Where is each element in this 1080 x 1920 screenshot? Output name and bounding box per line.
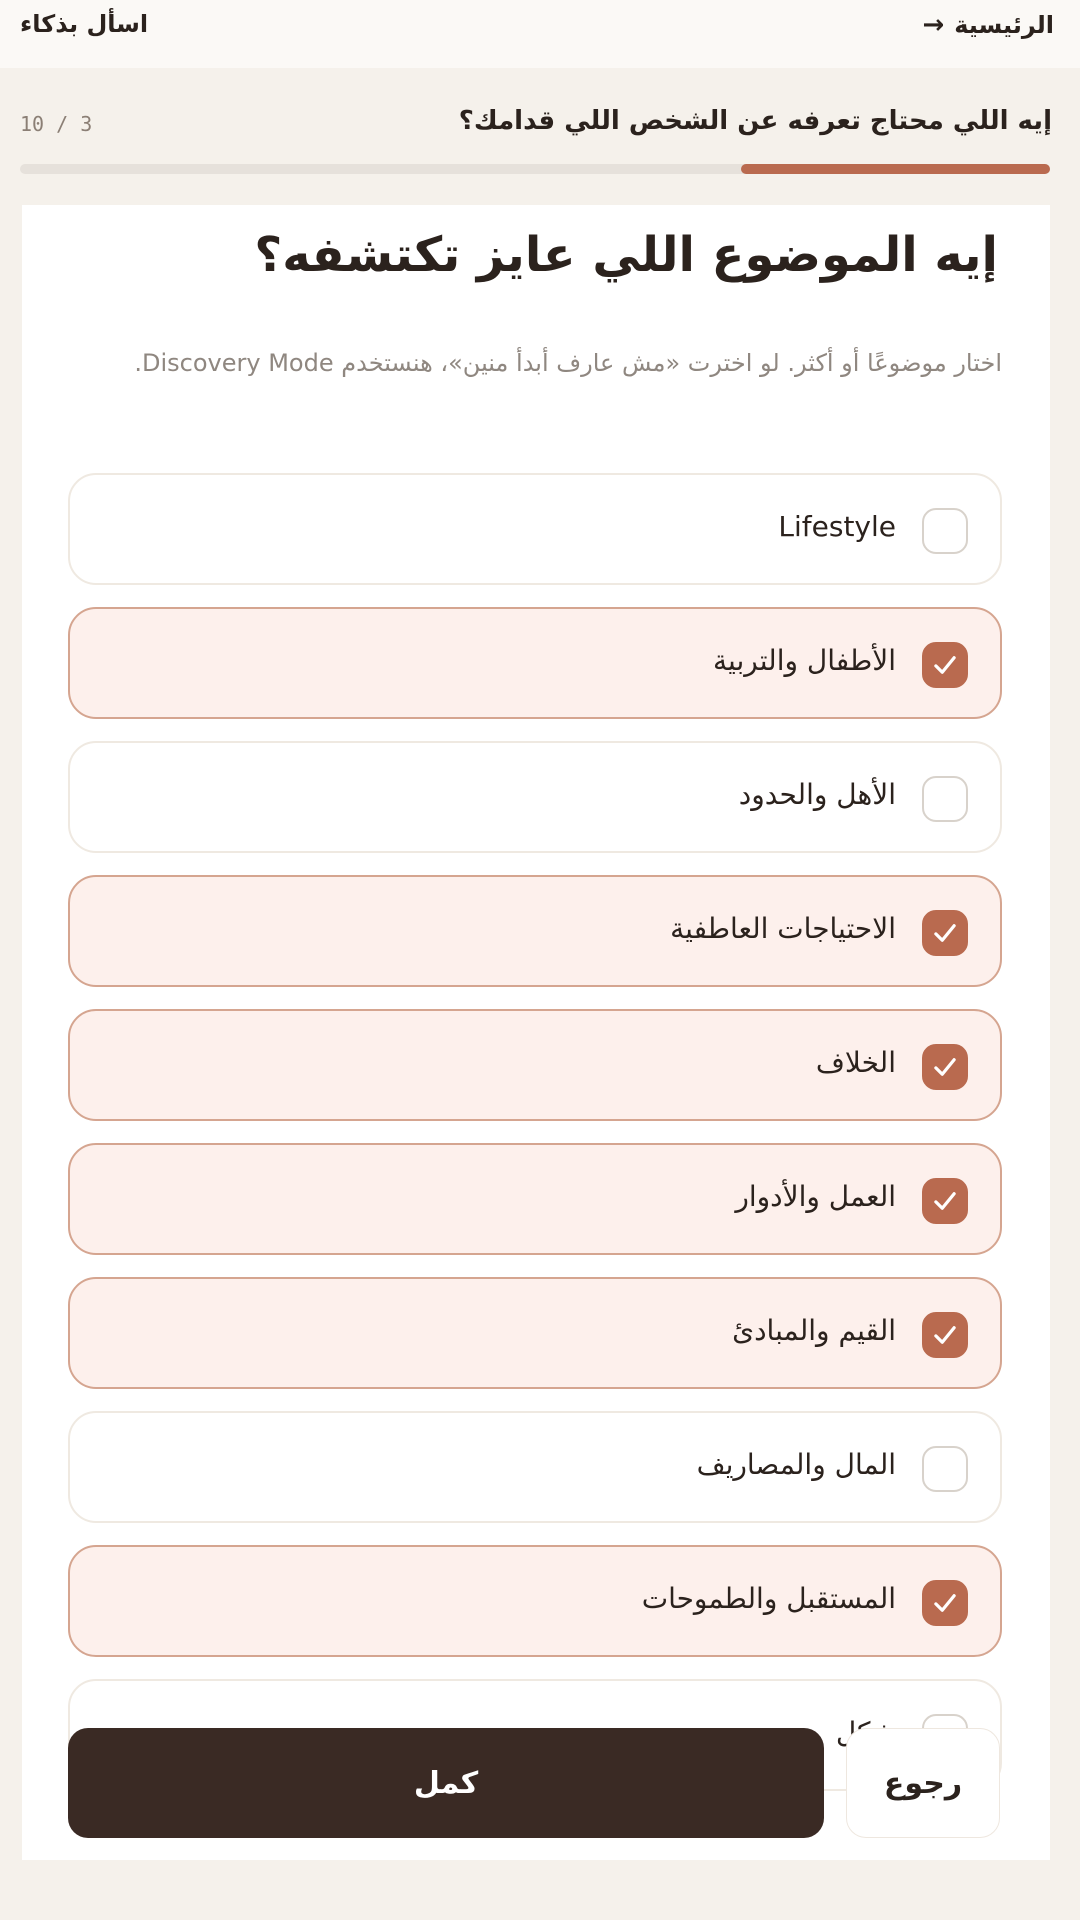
checkbox[interactable]: [922, 776, 968, 822]
topic-option[interactable]: المال والمصاريف: [68, 1411, 1002, 1523]
checkmark-icon: [934, 1594, 956, 1612]
topic-option[interactable]: الأهل والحدود: [68, 741, 1002, 853]
progress-track: [20, 164, 1050, 174]
checkbox[interactable]: [922, 1580, 968, 1626]
option-label: العمل والأدوار: [735, 1180, 896, 1213]
option-label: الاحتياجات العاطفية: [670, 912, 896, 945]
back-button[interactable]: رجوع: [846, 1728, 1000, 1838]
topic-option[interactable]: الأطفال والتربية: [68, 607, 1002, 719]
topic-option[interactable]: القيم والمبادئ: [68, 1277, 1002, 1389]
topic-option[interactable]: Lifestyle: [68, 473, 1002, 585]
top-navigation-bar: الرئيسية → اسأل بذكاء: [0, 0, 1080, 69]
option-label: الأطفال والتربية: [713, 644, 896, 677]
topic-option[interactable]: الاحتياجات العاطفية: [68, 875, 1002, 987]
home-label: الرئيسية: [954, 11, 1054, 39]
topic-option[interactable]: المستقبل والطموحات: [68, 1545, 1002, 1657]
checkbox[interactable]: [922, 1446, 968, 1492]
checkbox[interactable]: [922, 642, 968, 688]
home-link[interactable]: الرئيسية →: [922, 10, 1054, 40]
continue-button[interactable]: كمل: [68, 1728, 824, 1838]
question-counter: 10 / 3: [20, 112, 93, 136]
arrow-right-icon: →: [922, 10, 945, 40]
progress-fill: [741, 164, 1050, 174]
page-title: إيه الموضوع اللي عايز تكتشفه؟: [254, 227, 998, 283]
checkmark-icon: [934, 1326, 956, 1344]
checkbox[interactable]: [922, 1312, 968, 1358]
topic-option[interactable]: الخلاف: [68, 1009, 1002, 1121]
option-label: القيم والمبادئ: [732, 1314, 896, 1347]
checkbox[interactable]: [922, 1178, 968, 1224]
checkbox[interactable]: [922, 910, 968, 956]
checkbox[interactable]: [922, 508, 968, 554]
option-label: Lifestyle: [778, 510, 896, 543]
checkmark-icon: [934, 1058, 956, 1076]
topic-option[interactable]: العمل والأدوار: [68, 1143, 1002, 1255]
progress-header: إيه اللي محتاج تعرفه عن الشخص اللي قدامك…: [0, 68, 1080, 200]
checkbox[interactable]: [922, 1044, 968, 1090]
bottom-safe-area: [0, 1860, 1080, 1920]
option-label: الخلاف: [815, 1046, 896, 1079]
option-label: الأهل والحدود: [738, 778, 896, 811]
topic-selection-card: إيه الموضوع اللي عايز تكتشفه؟ اختار موضو…: [22, 205, 1050, 1865]
ask-smartly-link[interactable]: اسأل بذكاء: [20, 10, 148, 38]
checkmark-icon: [934, 656, 956, 674]
question-title: إيه اللي محتاج تعرفه عن الشخص اللي قدامك…: [458, 106, 1052, 136]
checkmark-icon: [934, 924, 956, 942]
option-label: المستقبل والطموحات: [641, 1582, 896, 1615]
option-label: المال والمصاريف: [696, 1448, 896, 1481]
checkmark-icon: [934, 1192, 956, 1210]
instruction-text: اختار موضوعًا أو أكثر. لو اخترت «مش عارف…: [134, 349, 1002, 377]
